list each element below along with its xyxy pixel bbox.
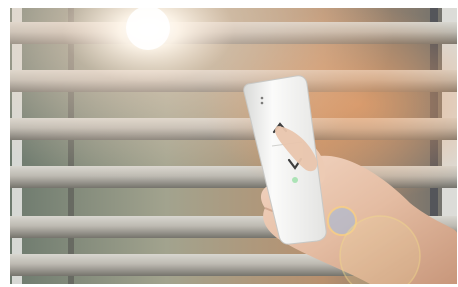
sun-core (126, 8, 170, 50)
photo-frame (10, 8, 457, 284)
remote-control-photo (10, 8, 457, 284)
indicator-dot (260, 101, 264, 105)
indicator-dot (260, 96, 264, 100)
